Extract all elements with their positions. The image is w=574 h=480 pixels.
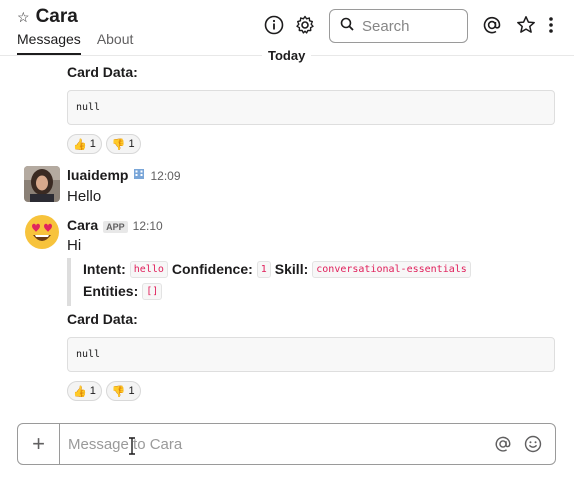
message-text: Hello [67, 188, 102, 205]
star-icon[interactable] [515, 14, 537, 36]
code-block: null [67, 90, 555, 125]
emoji-icon[interactable] [523, 434, 543, 454]
author-name[interactable]: Cara [67, 217, 98, 233]
text-cursor-icon [127, 437, 137, 455]
message-timestamp[interactable]: 12:10 [133, 219, 163, 233]
search-box[interactable]: Search [329, 9, 468, 43]
channel-name: Cara [35, 6, 78, 27]
reaction-count: 1 [128, 385, 135, 397]
message-timestamp[interactable]: 12:09 [150, 169, 180, 183]
reaction-thumbs-up[interactable]: 👍 1 [67, 134, 102, 154]
tab-about[interactable]: About [97, 31, 134, 55]
reaction-thumbs-up[interactable]: 👍 1 [67, 381, 102, 401]
at-icon[interactable] [493, 434, 513, 454]
entities-label: Entities: [83, 283, 139, 299]
search-icon [340, 17, 354, 35]
message-header: Cara APP 12:10 [67, 217, 163, 233]
app-badge: APP [103, 221, 128, 233]
thumbs-up-icon: 👍 [73, 138, 87, 151]
add-attachment-button[interactable]: + [18, 424, 60, 464]
date-divider[interactable]: Today [262, 48, 312, 63]
reactions: 👍 1 👎 1 [67, 134, 141, 154]
channel-title[interactable]: ☆ Cara [17, 6, 78, 28]
skill-label: Skill: [274, 261, 309, 277]
attachment: Intent: hello Confidence: 1 Skill: conve… [67, 258, 487, 306]
skill-value: conversational-essentials [312, 260, 471, 278]
heart-eyes-emoji-avatar[interactable] [24, 214, 60, 250]
attachment-line: Intent: hello Confidence: 1 Skill: conve… [83, 258, 487, 280]
message-composer: + [17, 423, 556, 465]
message-input[interactable] [60, 425, 493, 463]
intent-label: Intent: [83, 261, 126, 277]
thumbs-down-icon: 👎 [111, 138, 126, 151]
channel-tabs: Messages About [17, 31, 133, 55]
reaction-thumbs-down[interactable]: 👎 1 [105, 381, 141, 401]
reaction-count: 1 [128, 138, 135, 150]
reaction-count: 1 [89, 138, 96, 150]
avatar[interactable] [24, 166, 60, 202]
at-icon[interactable] [481, 14, 503, 36]
kebab-menu-icon[interactable] [544, 14, 558, 36]
reaction-thumbs-down[interactable]: 👎 1 [105, 134, 141, 154]
intent-value: hello [129, 260, 168, 278]
entities-value: [] [142, 282, 163, 300]
attachment-line: Entities: [] [83, 280, 487, 302]
reactions: 👍 1 👎 1 [67, 381, 141, 401]
confidence-value: 1 [256, 260, 271, 278]
info-icon[interactable] [263, 14, 285, 36]
star-outline-icon[interactable]: ☆ [17, 9, 30, 26]
tab-messages[interactable]: Messages [17, 31, 81, 55]
card-data-label: Card Data: [67, 311, 138, 327]
author-name[interactable]: luaidemp [67, 167, 128, 183]
reaction-count: 1 [89, 385, 96, 397]
thumbs-up-icon: 👍 [73, 385, 87, 398]
confidence-label: Confidence: [171, 261, 253, 277]
building-icon [133, 167, 145, 179]
message-header: luaidemp 12:09 [67, 167, 181, 183]
thumbs-down-icon: 👎 [111, 385, 126, 398]
gear-icon[interactable] [294, 14, 316, 36]
card-data-label: Card Data: [67, 64, 138, 80]
code-block: null [67, 337, 555, 372]
message-text: Hi [67, 237, 82, 254]
search-placeholder: Search [362, 17, 410, 35]
composer-icons [493, 434, 555, 454]
